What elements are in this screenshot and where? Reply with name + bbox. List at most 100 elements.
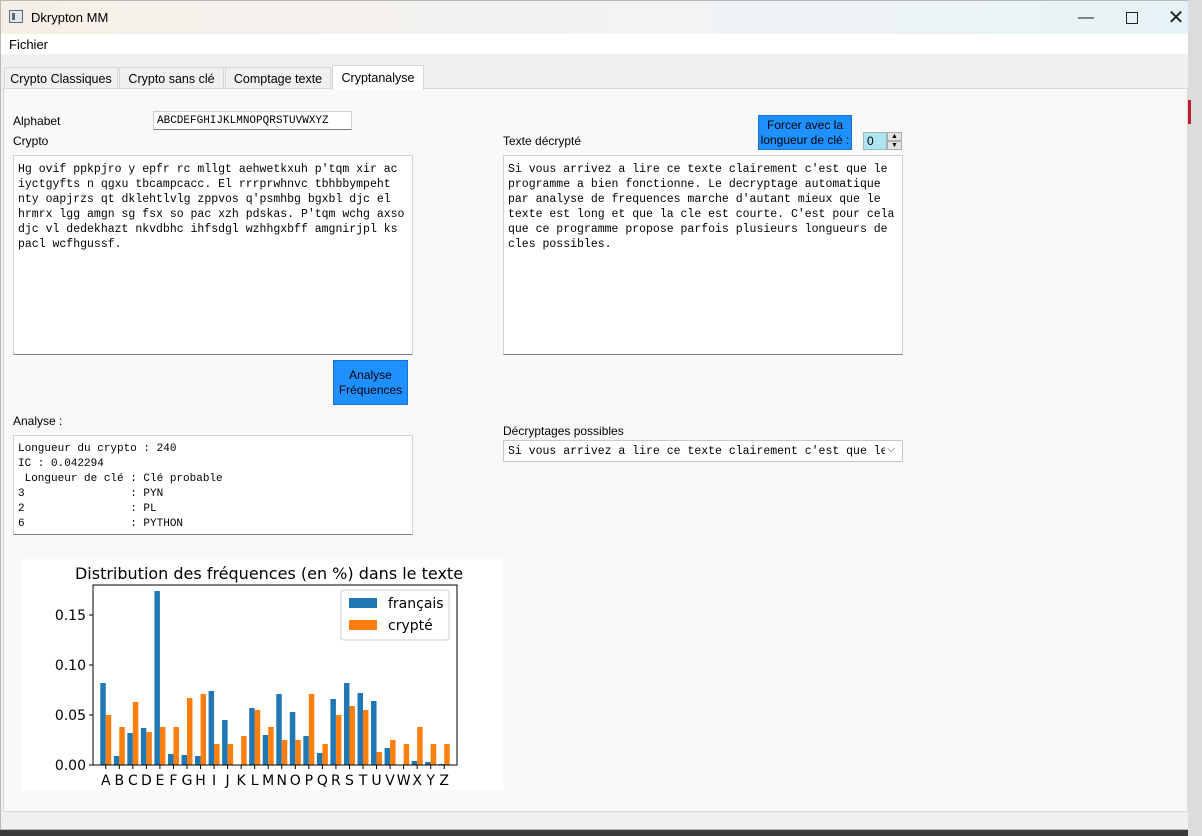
x-tick-label-K: K [237, 773, 247, 789]
bar-francais-V [384, 748, 391, 765]
analyse-output[interactable]: Longueur du crypto : 240 IC : 0.042294 L… [13, 435, 413, 535]
x-tick-label-D: D [141, 773, 152, 789]
bar-crypte-L [254, 710, 261, 765]
bar-francais-E [154, 591, 160, 765]
bar-francais-F [167, 754, 174, 765]
force-button-line1: Forcer avec la [766, 117, 844, 132]
bar-crypte-J [227, 744, 234, 765]
possible-label: Décryptages possibles [503, 424, 624, 438]
x-tick-label-A: A [101, 773, 111, 789]
bar-crypte-U [376, 752, 383, 765]
bar-crypte-O [295, 740, 301, 765]
crypto-label: Crypto [13, 134, 49, 148]
bar-crypte-T [363, 710, 369, 765]
x-tick-label-Z: Z [439, 773, 449, 789]
alphabet-input[interactable]: ABCDEFGHIJKLMNOPQRSTUVWXYZ [153, 111, 352, 130]
bar-crypte-E [159, 727, 166, 765]
bar-francais-A [100, 683, 106, 765]
bar-francais-H [195, 756, 201, 765]
spin-up-button[interactable]: ▲ [887, 132, 902, 141]
legend-swatch-1 [349, 620, 377, 630]
x-tick-label-H: H [195, 773, 206, 789]
x-tick-label-E: E [155, 773, 164, 789]
analyse-button-line2: Fréquences [338, 382, 403, 397]
tab-comptage-texte[interactable]: Comptage texte [225, 67, 331, 89]
x-tick-label-P: P [305, 773, 313, 789]
tab-crypto-classiques[interactable]: Crypto Classiques [4, 67, 118, 89]
chart-title: Distribution des fréquences (en %) dans … [75, 564, 463, 583]
bar-crypte-B [119, 727, 125, 765]
window-title: Dkrypton MM [31, 10, 109, 25]
menu-bar: Fichier [1, 34, 1189, 54]
analyse-button-line1: Analyse [349, 367, 392, 382]
x-tick-label-L: L [251, 773, 259, 789]
maximize-icon [1126, 11, 1138, 24]
minimize-button[interactable]: — [1063, 1, 1109, 34]
possible-decryptions-select[interactable]: Si vous arrivez a lire ce texte claireme… [503, 440, 903, 462]
bar-francais-L [249, 708, 255, 765]
bar-crypte-V [390, 740, 396, 765]
maximize-button[interactable] [1109, 1, 1155, 34]
bar-francais-N [276, 694, 282, 765]
bar-francais-C [127, 733, 133, 765]
bar-francais-O [289, 712, 296, 765]
bar-francais-J [222, 720, 228, 765]
x-tick-label-J: J [225, 773, 230, 789]
bar-crypte-F [173, 727, 179, 765]
menu-fichier[interactable]: Fichier [9, 37, 48, 52]
bar-francais-P [303, 736, 309, 765]
bar-francais-Q [316, 753, 323, 765]
bar-crypte-Q [322, 744, 328, 765]
chevron-down-icon: ⌵ [885, 443, 898, 456]
bar-francais-T [357, 693, 363, 765]
decrypted-label: Texte décrypté [503, 134, 582, 148]
app-window: Dkrypton MM — ✕ Fichier Crypto Classique… [0, 0, 1190, 830]
bar-crypte-R [335, 715, 342, 765]
frequency-chart: Distribution des fréquences (en %) dans … [22, 559, 503, 790]
close-button[interactable]: ✕ [1153, 1, 1189, 34]
x-tick-label-G: G [182, 773, 193, 789]
bar-crypte-A [105, 715, 112, 765]
legend-label-0: français [388, 596, 444, 612]
x-tick-label-T: T [358, 773, 368, 789]
background-window-edge [1188, 0, 1202, 836]
bar-francais-D [140, 728, 147, 765]
bar-crypte-X [417, 727, 423, 765]
bar-crypte-P [308, 694, 315, 765]
analyse-frequences-button[interactable]: Analyse Fréquences [333, 360, 408, 405]
frequency-chart-svg: Distribution des fréquences (en %) dans … [55, 564, 463, 789]
bar-crypte-W [403, 744, 410, 765]
tab-cryptanalyse[interactable]: Cryptanalyse [332, 65, 424, 90]
bar-crypte-K [241, 736, 247, 765]
y-tick-label-2: 0.10 [55, 658, 86, 674]
bar-crypte-I [214, 744, 220, 765]
force-key-length-button[interactable]: Forcer avec la longueur de clé : [758, 115, 852, 150]
bar-francais-U [371, 701, 377, 765]
x-tick-label-N: N [277, 773, 287, 789]
bar-crypte-C [132, 702, 139, 765]
crypto-textarea[interactable]: Hg ovif ppkpjro y epfr rc mllgt aehwetkx… [13, 155, 413, 355]
x-tick-label-R: R [331, 773, 341, 789]
x-tick-label-X: X [412, 773, 422, 789]
force-button-line2: longueur de clé : [760, 132, 850, 147]
key-length-input[interactable]: 0 [863, 132, 887, 150]
bar-crypte-S [349, 706, 355, 765]
decrypted-textarea[interactable]: Si vous arrivez a lire ce texte claireme… [503, 155, 903, 355]
bar-crypte-Y [430, 744, 437, 765]
bar-crypte-Z [444, 744, 450, 765]
bar-francais-I [208, 691, 215, 765]
bar-crypte-D [146, 732, 152, 765]
bar-crypte-M [268, 727, 274, 765]
tab-crypto-sans-cle[interactable]: Crypto sans clé [119, 67, 224, 89]
x-tick-label-I: I [212, 773, 216, 789]
x-tick-label-V: V [385, 773, 395, 789]
x-tick-label-U: U [371, 773, 381, 789]
bar-francais-G [181, 755, 187, 765]
bar-francais-M [262, 735, 269, 765]
y-tick-label-0: 0.00 [55, 758, 86, 774]
bar-crypte-G [187, 698, 193, 765]
spin-down-button[interactable]: ▼ [887, 141, 902, 150]
bar-crypte-H [200, 694, 207, 765]
x-tick-label-B: B [115, 773, 125, 789]
x-tick-label-O: O [290, 773, 301, 789]
